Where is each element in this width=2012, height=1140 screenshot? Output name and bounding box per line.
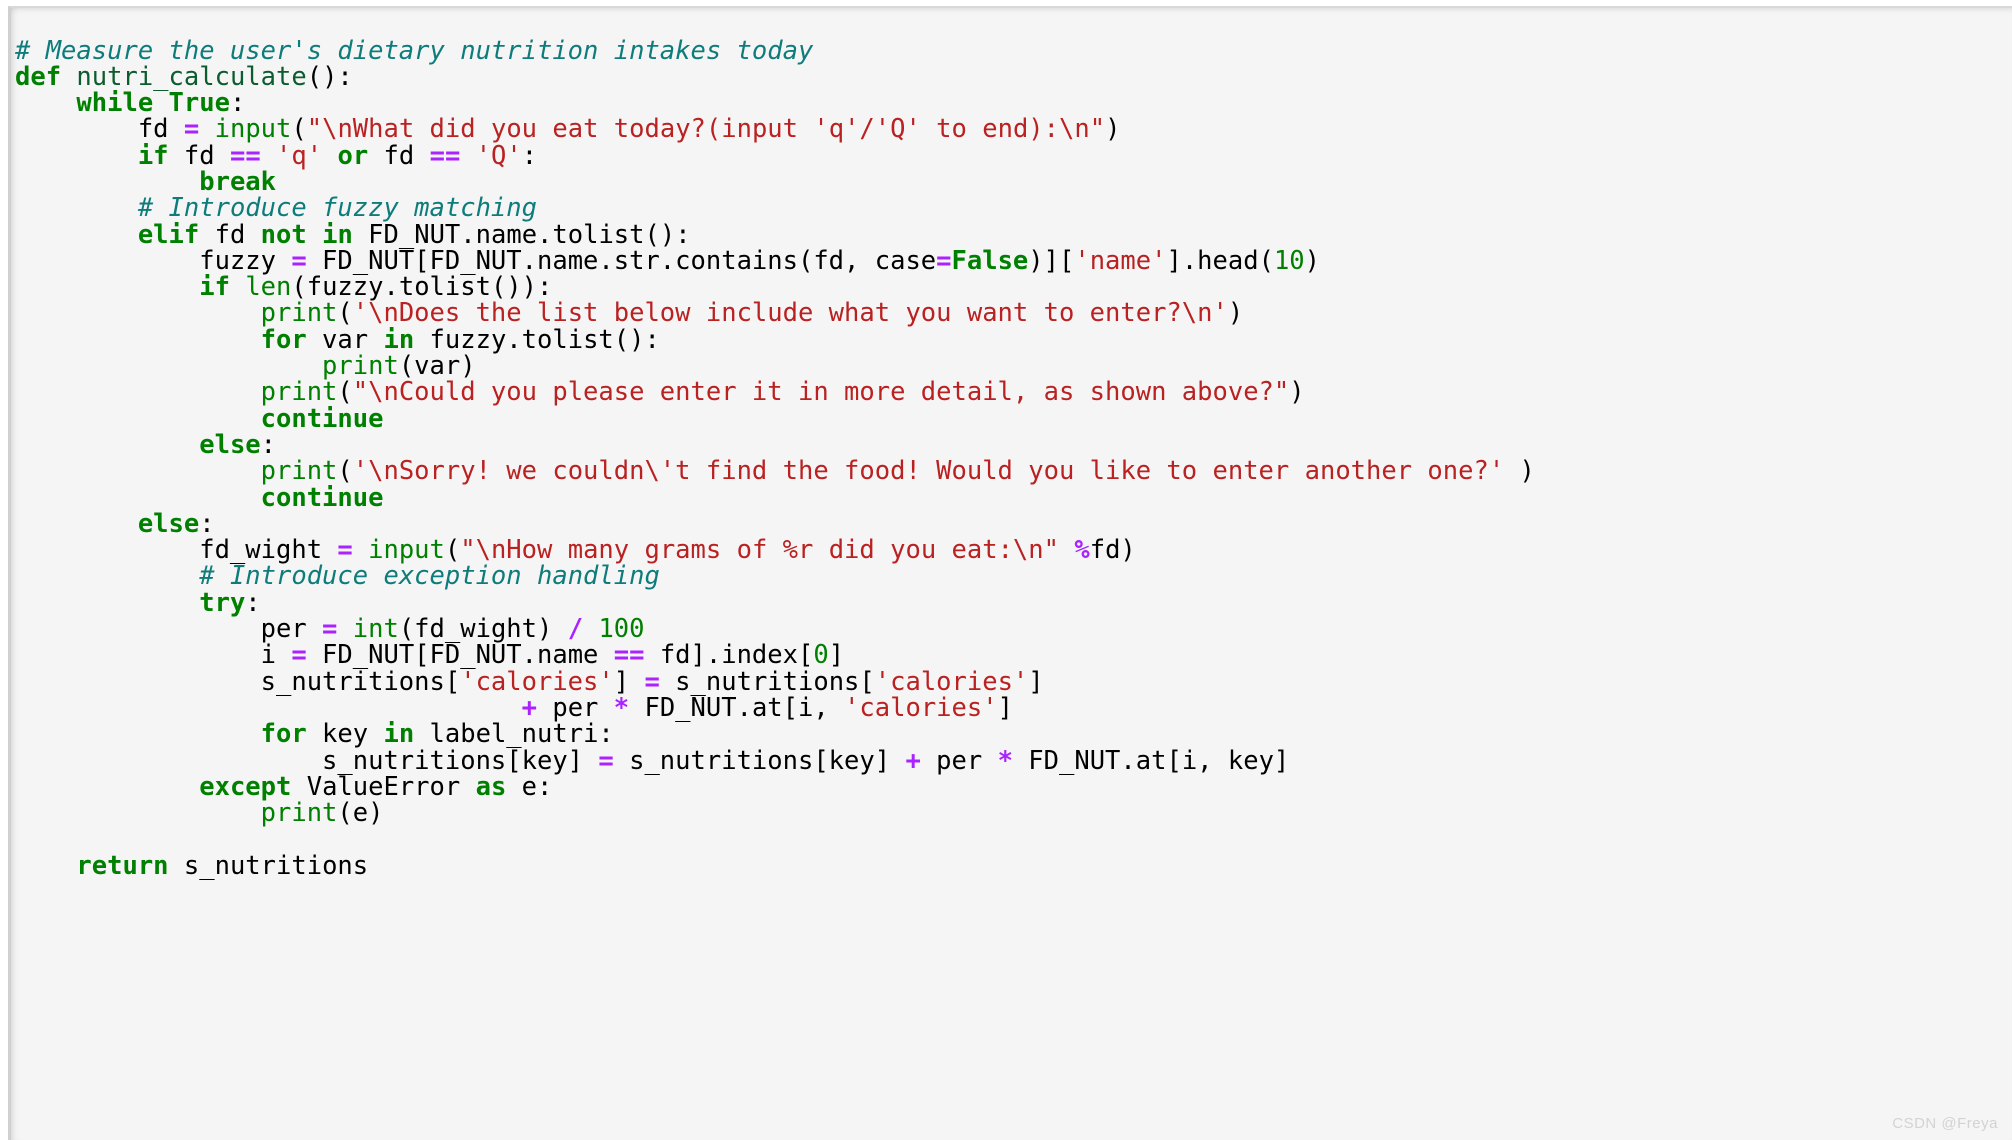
token-plain: FD_NUT.at[i, bbox=[629, 692, 845, 723]
token-plain: s_nutritions[key] bbox=[613, 745, 906, 776]
token-plain: s_nutritions bbox=[168, 850, 369, 881]
token-op: % bbox=[1074, 535, 1090, 566]
code-line: fuzzy = FD_NUT[FD_NUT.name.str.contains(… bbox=[15, 248, 2012, 274]
code-line: continue bbox=[15, 482, 2012, 513]
code-line: for key in label_nutri: bbox=[15, 721, 2012, 747]
code-line: while True: bbox=[15, 90, 2012, 116]
code-line: fd_wight = input("\nHow many grams of %r… bbox=[15, 537, 2012, 563]
code-line: if len(fuzzy.tolist()): bbox=[15, 274, 2012, 300]
code-line: s_nutritions[key] = s_nutritions[key] + … bbox=[15, 745, 2012, 776]
token-punct: : bbox=[521, 140, 538, 171]
watermark-text: CSDN @Freya bbox=[1892, 1115, 1998, 1132]
code-line: s_nutritions['calories'] = s_nutritions[… bbox=[15, 666, 2012, 697]
code-line: print(var) bbox=[15, 353, 2012, 379]
code-line: # Introduce fuzzy matching bbox=[15, 195, 2012, 221]
token-op: = bbox=[598, 745, 614, 776]
code-line: print('\nDoes the list below include wha… bbox=[15, 300, 2012, 326]
token-plain: ].head( bbox=[1166, 245, 1274, 276]
token-plain: e: bbox=[506, 771, 553, 802]
code-line: elif fd not in FD_NUT.name.tolist(): bbox=[15, 221, 2012, 248]
token-kw: continue bbox=[260, 482, 384, 513]
code-line: try: bbox=[15, 590, 2012, 616]
code-line: i = FD_NUT[FD_NUT.name == fd].index[0] bbox=[15, 642, 2012, 668]
code-line: for var in fuzzy.tolist(): bbox=[15, 327, 2012, 353]
code-line: # Measure the user's dietary nutrition i… bbox=[15, 37, 2012, 64]
code-line: break bbox=[15, 169, 2012, 195]
token-str: 'q' bbox=[276, 140, 323, 171]
code-line: # Introduce exception handling bbox=[15, 563, 2012, 589]
token-op: * bbox=[613, 692, 630, 723]
token-str: '\nSorry! we couldn\'t find the food! Wo… bbox=[352, 456, 1505, 487]
token-kw: continue bbox=[260, 403, 384, 434]
token-op: + bbox=[905, 745, 921, 776]
code-line: continue bbox=[15, 406, 2012, 432]
code-line: per = int(fd_wight) / 100 bbox=[15, 616, 2012, 642]
token-punct: ) bbox=[1227, 298, 1244, 329]
code-line: fd = input("\nWhat did you eat today?(in… bbox=[15, 116, 2012, 142]
code-line: + per * FD_NUT.at[i, 'calories'] bbox=[15, 695, 2012, 721]
code-line: else: bbox=[15, 511, 2012, 537]
token-str: 'calories' bbox=[844, 692, 998, 723]
token-plain: ) bbox=[1304, 245, 1321, 276]
code-line: else: bbox=[15, 432, 2012, 458]
token-punct: (): bbox=[306, 61, 353, 92]
token-com: # Introduce exception handling bbox=[199, 561, 660, 592]
token-str: 'Q' bbox=[475, 140, 522, 171]
token-punct: ) bbox=[1289, 377, 1305, 408]
token-const: False bbox=[951, 245, 1029, 276]
token-plain: fd bbox=[368, 140, 430, 171]
code-line: print("\nCould you please enter it in mo… bbox=[15, 379, 2012, 405]
token-plain: fd) bbox=[1089, 535, 1136, 566]
token-plain: (e) bbox=[337, 798, 384, 829]
token-op: == bbox=[429, 140, 461, 171]
code-line: print(e) bbox=[15, 800, 2012, 826]
token-str: 'name' bbox=[1074, 245, 1167, 276]
token-punct: ) bbox=[1105, 114, 1121, 145]
token-op: * bbox=[997, 745, 1013, 776]
token-punct: ) bbox=[1504, 456, 1535, 487]
token-plain: ] bbox=[997, 692, 1013, 723]
token-num: 10 bbox=[1273, 245, 1305, 276]
token-plain: )][ bbox=[1028, 245, 1075, 276]
python-code-block[interactable]: # Measure the user's dietary nutrition i… bbox=[15, 37, 2012, 880]
token-kw: or bbox=[337, 140, 369, 171]
token-plain: per bbox=[920, 745, 998, 776]
code-line: return s_nutritions bbox=[15, 853, 2012, 879]
code-line: except ValueError as e: bbox=[15, 774, 2012, 800]
token-plain: FD_NUT.at[i, key] bbox=[1012, 745, 1290, 776]
token-op: = bbox=[936, 245, 952, 276]
code-snippet-card: # Measure the user's dietary nutrition i… bbox=[8, 6, 2012, 1140]
token-kw: as bbox=[475, 771, 507, 802]
code-line: if fd == 'q' or fd == 'Q': bbox=[15, 143, 2012, 169]
token-plain: ] bbox=[1028, 666, 1044, 697]
code-line: print('\nSorry! we couldn\'t find the fo… bbox=[15, 458, 2012, 484]
token-kw: return bbox=[76, 850, 169, 881]
token-builtin: print bbox=[260, 798, 338, 829]
token-str: "\nCould you please enter it in more det… bbox=[352, 377, 1290, 408]
code-line: def nutri_calculate(): bbox=[15, 64, 2012, 90]
